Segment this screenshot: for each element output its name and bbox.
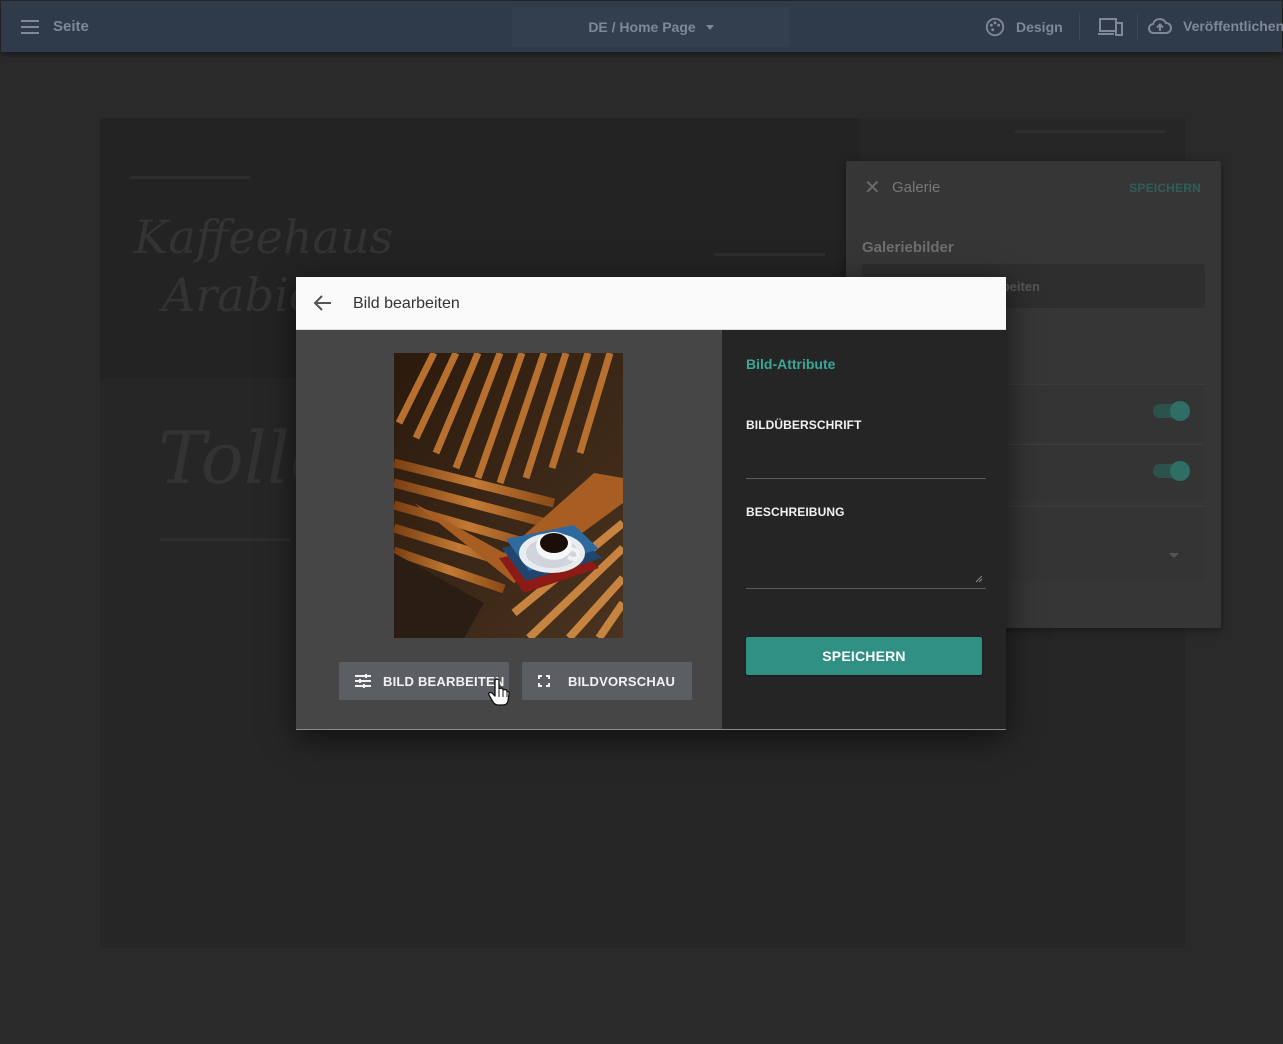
hand-pointer-icon — [488, 678, 510, 706]
gallery-panel-title: Galerie — [892, 179, 941, 196]
top-bar: Seite DE / Home Page Design Veröffentlic… — [1, 1, 1283, 52]
close-icon[interactable]: ✕ — [864, 175, 881, 200]
page-menu-label: Seite — [53, 18, 89, 35]
caption-label: BILDÜBERSCHRIFT — [746, 418, 862, 432]
toggle-switch[interactable] — [1153, 401, 1190, 421]
image-preview-pane: BILD BEARBEITEN BILDVORSCHAU — [296, 330, 722, 729]
publish-button[interactable]: Veröffentlichen — [1147, 16, 1283, 36]
gallery-save-button[interactable]: SPEICHERN — [1129, 181, 1201, 195]
edit-image-button[interactable]: BILD BEARBEITEN — [339, 662, 509, 700]
save-button[interactable]: SPEICHERN — [746, 637, 982, 675]
hamburger-icon — [21, 19, 39, 34]
image-preview-label: BILDVORSCHAU — [568, 673, 676, 689]
design-label: Design — [1016, 19, 1063, 35]
gallery-panel-header: ✕ Galerie SPEICHERN — [846, 161, 1221, 213]
description-textarea[interactable] — [746, 530, 986, 589]
device-preview-button[interactable] — [1098, 16, 1124, 38]
gallery-images-label: Galeriebilder — [862, 239, 954, 256]
edit-image-label: BILD BEARBEITEN — [383, 673, 505, 689]
image-attributes-pane: Bild-Attribute BILDÜBERSCHRIFT BESCHREIB… — [722, 330, 1006, 729]
attributes-title: Bild-Attribute — [746, 356, 836, 372]
design-button[interactable]: Design — [984, 16, 1063, 38]
image-preview — [394, 353, 623, 638]
ghost-nav — [1015, 130, 1165, 133]
edit-image-dialog: Bild bearbeiten BILD BEARBEITEN BILDVORS… — [296, 277, 1006, 730]
description-label: BESCHREIBUNG — [746, 505, 845, 519]
ghost-text — [160, 538, 290, 541]
arrow-left-icon[interactable] — [313, 293, 333, 313]
site-title-line1: Kaffeehaus — [134, 210, 394, 264]
divider — [1079, 13, 1080, 41]
tune-icon — [355, 674, 371, 688]
fullscreen-icon — [538, 675, 550, 687]
page-menu-button[interactable]: Seite — [21, 18, 89, 35]
caret-down-icon — [705, 24, 714, 30]
cloud-upload-icon — [1147, 18, 1172, 34]
palette-icon — [985, 17, 1005, 37]
page-selector[interactable]: DE / Home Page — [512, 7, 790, 47]
ghost-text — [130, 176, 250, 179]
devices-icon — [1098, 18, 1123, 36]
dialog-title: Bild bearbeiten — [353, 295, 460, 312]
resize-handle-icon[interactable] — [975, 575, 983, 583]
caption-input[interactable] — [746, 444, 986, 479]
chair-coffee-photo — [394, 353, 623, 638]
page-selector-label: DE / Home Page — [588, 19, 696, 35]
divider — [1137, 13, 1138, 41]
image-preview-button[interactable]: BILDVORSCHAU — [522, 662, 692, 700]
caret-down-icon — [1169, 553, 1179, 558]
toggle-switch[interactable] — [1153, 461, 1190, 481]
dialog-header: Bild bearbeiten — [296, 277, 1006, 330]
publish-label: Veröffentlichen — [1183, 18, 1283, 34]
ghost-nav — [715, 253, 825, 256]
